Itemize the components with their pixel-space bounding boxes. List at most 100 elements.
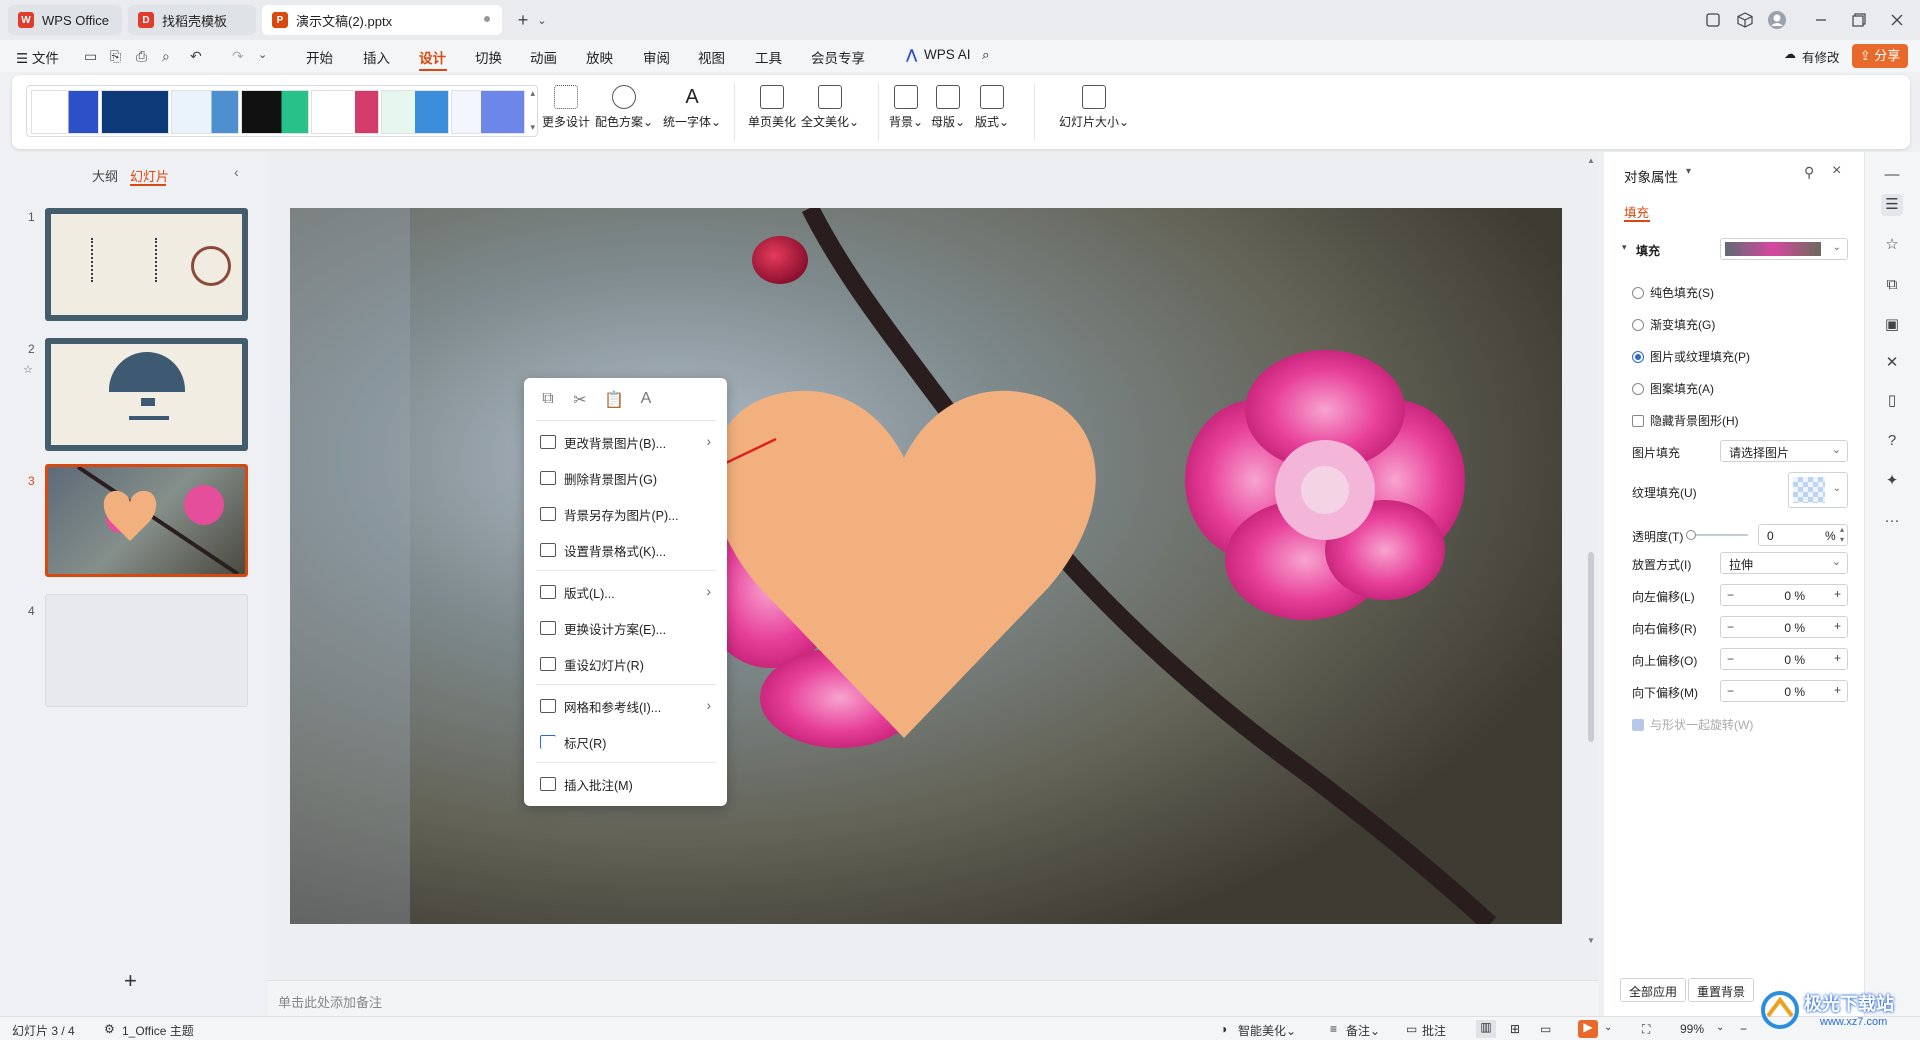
radio-button[interactable] — [1632, 383, 1644, 395]
slide-background-image[interactable] — [290, 208, 1562, 924]
rotate-with-shape-option[interactable]: 与形状一起旋转(W) — [1632, 716, 1753, 733]
avatar[interactable] — [1766, 8, 1788, 32]
layout-button[interactable]: 版式⌄ — [960, 85, 1024, 141]
slide-thumbnail-1[interactable] — [45, 208, 248, 321]
menu-view[interactable]: 视图 — [698, 47, 725, 67]
scrollbar-thumb[interactable] — [1588, 552, 1594, 742]
decrement-icon[interactable]: − — [1727, 620, 1734, 634]
increment-icon[interactable]: + — [1834, 619, 1841, 633]
undo-icon[interactable]: ↶ — [190, 48, 202, 65]
zoom-menu-icon[interactable]: ⌄ — [1716, 1022, 1724, 1033]
fill-preview-dropdown[interactable]: ⌄ — [1720, 238, 1848, 260]
search-icon[interactable]: ⌕ — [982, 47, 990, 63]
decrement-icon[interactable]: − — [1727, 588, 1734, 602]
close-panel-icon[interactable]: × — [1832, 162, 1841, 180]
solid-fill-option[interactable]: 纯色填充(S) — [1632, 284, 1714, 301]
radio-button[interactable] — [1632, 319, 1644, 331]
panel-title-dropdown-icon[interactable]: ▾ — [1686, 166, 1691, 177]
comments-toggle[interactable]: 批注 — [1422, 1022, 1446, 1039]
increment-icon[interactable]: + — [1834, 683, 1841, 697]
tab-fill[interactable]: 填充 — [1624, 202, 1649, 221]
scroll-up-icon[interactable]: ▲ — [1587, 156, 1595, 165]
save-background-as-picture-item[interactable]: 背景另存为图片(P)... — [524, 498, 727, 530]
color-scheme-button[interactable]: 配色方案⌄ — [592, 85, 656, 141]
theme-thumbnail[interactable] — [451, 90, 525, 134]
help-icon[interactable]: ? — [1881, 430, 1903, 452]
theme-thumbnail[interactable] — [101, 90, 169, 134]
theme-name[interactable]: 1_Office 主题 — [122, 1022, 194, 1039]
increment-icon[interactable]: + — [1834, 587, 1841, 601]
menu-member[interactable]: 会员专享 — [811, 47, 865, 67]
placement-select[interactable]: 拉伸 ⌄ — [1720, 552, 1848, 574]
picture-texture-fill-option[interactable]: 图片或纹理填充(P) — [1632, 348, 1750, 365]
image-icon[interactable]: ▣ — [1881, 314, 1903, 336]
pin-icon[interactable]: ⚲ — [1804, 164, 1814, 181]
theme-thumbnail[interactable] — [171, 90, 239, 134]
apply-all-button[interactable]: 全部应用 — [1620, 978, 1687, 1002]
theme-gallery[interactable]: ▴ ▾ — [26, 85, 538, 137]
insert-comment-item[interactable]: 插入批注(M) — [524, 768, 727, 800]
offset-left-stepper[interactable]: − 0 % + — [1720, 584, 1848, 606]
fit-window-icon[interactable]: ⛶ — [1642, 1022, 1650, 1037]
menu-start[interactable]: 开始 — [306, 47, 333, 67]
tab-presentation[interactable]: P 演示文稿(2).pptx — [262, 5, 502, 35]
reading-view-icon[interactable]: ▭ — [1540, 1022, 1551, 1036]
decrement-icon[interactable]: − — [1727, 652, 1734, 666]
tab-wps-office[interactable]: W WPS Office — [8, 5, 122, 35]
redo-icon[interactable]: ↷ — [232, 48, 244, 65]
slide-thumbnail-2[interactable] — [45, 338, 248, 451]
minimize-icon[interactable] — [1810, 8, 1832, 32]
picture-fill-select[interactable]: 请选择图片 ⌄ — [1720, 440, 1848, 462]
section-collapse-icon[interactable]: ▾ — [1622, 242, 1627, 253]
hide-background-graphics-option[interactable]: 隐藏背景图形(H) — [1632, 412, 1739, 429]
scroll-down-icon[interactable]: ▼ — [1587, 936, 1595, 945]
slide-sorter-icon[interactable]: ⊞ — [1510, 1022, 1520, 1036]
tab-docer-templates[interactable]: D 找稻壳模板 — [128, 5, 256, 35]
play-slideshow-icon[interactable]: ▶ — [1578, 1020, 1598, 1038]
close-icon[interactable] — [1886, 8, 1908, 32]
slider-handle[interactable] — [1686, 530, 1696, 540]
offset-down-stepper[interactable]: − 0 % + — [1720, 680, 1848, 702]
menu-insert[interactable]: 插入 — [363, 47, 390, 67]
new-tab-menu-button[interactable]: ⌄ — [534, 8, 550, 32]
layout-item[interactable]: 版式(L)... › — [524, 576, 727, 608]
copy-style-icon[interactable]: ⧉ — [1881, 274, 1903, 296]
checkbox[interactable] — [1632, 415, 1644, 427]
box-icon[interactable] — [1734, 8, 1756, 32]
collapse-icon[interactable]: — — [1881, 164, 1903, 186]
magic-icon[interactable]: ✦ — [1881, 470, 1903, 492]
change-design-item[interactable]: 更换设计方案(E)... — [524, 612, 727, 644]
current-slide[interactable] — [290, 208, 1562, 924]
vertical-scrollbar[interactable]: ▲ ▼ — [1586, 156, 1596, 966]
radio-button[interactable] — [1632, 351, 1644, 363]
new-tab-button[interactable]: + — [512, 8, 534, 32]
file-menu[interactable]: ☰ 文件 — [16, 47, 59, 67]
notes-toggle[interactable]: 备注⌄ — [1346, 1022, 1380, 1039]
normal-view-icon[interactable]: ▥ — [1476, 1020, 1496, 1038]
menu-design[interactable]: 设计 — [419, 47, 446, 67]
share-button[interactable]: ⇪ 分享 — [1852, 44, 1908, 68]
more-icon[interactable]: ··· — [1881, 510, 1903, 532]
texture-fill-picker[interactable]: ⌄ — [1788, 472, 1848, 508]
gradient-fill-option[interactable]: 渐变填充(G) — [1632, 316, 1715, 333]
cut-icon[interactable]: ✂ — [570, 390, 590, 410]
book-icon[interactable]: ▯ — [1881, 390, 1903, 412]
spin-arrows-icon[interactable]: ▴ ▾ — [1840, 525, 1844, 545]
offset-up-stepper[interactable]: − 0 % + — [1720, 648, 1848, 670]
format-background-item[interactable]: 设置背景格式(K)... — [524, 534, 727, 566]
copy-icon[interactable]: ⧉ — [538, 390, 558, 410]
menu-transition[interactable]: 切换 — [475, 47, 502, 67]
modified-status[interactable]: 有修改 — [1802, 47, 1840, 66]
delete-background-picture-item[interactable]: 删除背景图片(G) — [524, 462, 727, 494]
theme-thumbnail[interactable] — [241, 90, 309, 134]
reset-slide-item[interactable]: 重设幻灯片(R) — [524, 648, 727, 680]
unify-font-button[interactable]: A 统一字体⌄ — [660, 85, 724, 141]
change-background-picture-item[interactable]: 更改背景图片(B)... › — [524, 426, 727, 458]
save-icon[interactable]: ▭ — [84, 48, 97, 65]
offset-right-stepper[interactable]: − 0 % + — [1720, 616, 1848, 638]
notes-area[interactable]: 单击此处添加备注 — [268, 980, 1598, 1016]
decrement-icon[interactable]: − — [1727, 684, 1734, 698]
collapse-panel-icon[interactable]: ‹ — [234, 164, 239, 180]
slide-size-button[interactable]: 幻灯片大小⌄ — [1052, 85, 1136, 141]
radio-button[interactable] — [1632, 287, 1644, 299]
